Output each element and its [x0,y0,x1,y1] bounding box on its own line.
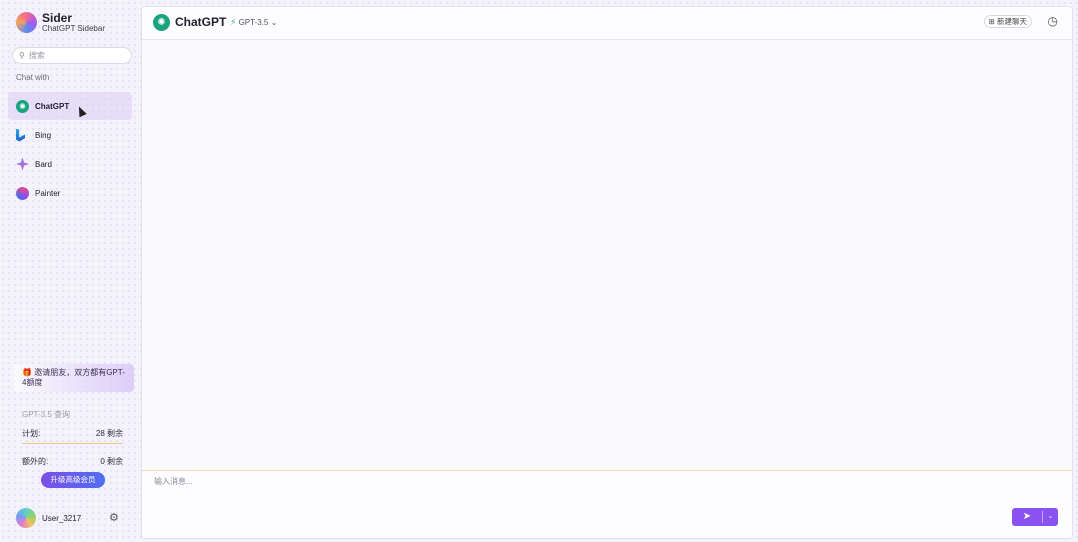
sider-logo-icon [16,12,37,33]
quota-label: 额外的: [22,457,49,466]
sidebar-item-chatgpt[interactable]: ✺ ChatGPT [8,92,132,120]
search-icon: ⚲ [19,51,25,60]
chatgpt-icon: ✺ [153,14,170,31]
chat-panel: ✺ ChatGPT ⚡ GPT-3.5 ⌄ ⊞ 新建聊天 ◷ ➤ ⌄ [141,6,1073,539]
sidebar-item-bing[interactable]: Bing [8,121,132,149]
chevron-down-icon: ⌄ [1047,513,1054,520]
quota-row-extra: 额外的: 0 剩余 [22,456,123,472]
history-icon[interactable]: ◷ [1048,14,1058,28]
chat-header: ✺ ChatGPT ⚡ GPT-3.5 ⌄ ⊞ 新建聊天 ◷ [142,7,1072,40]
model-name: GPT-3.5 [238,18,269,27]
chatgpt-icon: ✺ [16,99,29,113]
user-name: User_3217 [42,513,82,523]
painter-icon [16,186,29,200]
brand: Sider ChatGPT Sidebar [16,12,105,33]
chat-with-label: Chat with [16,73,50,82]
bard-icon [16,157,29,171]
search-box[interactable]: ⚲ 搜索 [12,47,132,64]
invite-banner[interactable]: 🎁 邀请朋友，双方都有GPT-4额度 [14,364,134,392]
search-placeholder: 搜索 [28,51,45,60]
user-profile[interactable]: User_3217 [16,508,81,528]
brand-subtitle: ChatGPT Sidebar [42,23,105,33]
composer: ➤ ⌄ [142,470,1072,538]
upgrade-button[interactable]: 升级高级会员 [41,472,105,488]
quota-label: 计划: [22,429,41,438]
brand-name: Sider [42,11,73,25]
quota-value: 28 剩余 [95,429,123,438]
quota-title: GPT-3.5 查询 [22,410,71,419]
bing-icon [16,128,25,142]
sidebar-item-label: Painter [35,188,61,198]
sidebar: Sider ChatGPT Sidebar ⚲ 搜索 Chat with ✺ C… [0,0,140,542]
send-options-button[interactable]: ⌄ [1043,508,1058,526]
sidebar-item-painter[interactable]: Painter [8,179,132,207]
chevron-down-icon: ⌄ [270,18,278,27]
page-title: ChatGPT [175,15,227,29]
sidebar-item-label: Bard [35,159,52,169]
send-icon: ➤ [1022,511,1032,522]
avatar [16,508,36,528]
bot-list: ✺ ChatGPT Bing Bard Painter [8,92,132,208]
sidebar-item-label: Bing [35,130,52,140]
new-chat-button[interactable]: ⊞ 新建聊天 [983,15,1032,28]
sidebar-item-label: ChatGPT [35,101,70,111]
quota-value: 0 剩余 [100,457,123,466]
gift-icon: 🎁 [22,368,32,377]
new-chat-label: 新建聊天 [997,17,1027,26]
send-button-group: ➤ ⌄ [1012,508,1058,526]
send-button[interactable]: ➤ [1012,508,1042,526]
new-chat-icon: ⊞ [988,17,995,26]
message-input[interactable] [154,477,1004,486]
quota-row-plan: 计划: 28 剩余 [22,428,123,444]
sidebar-item-bard[interactable]: Bard [8,150,132,178]
model-selector[interactable]: ⚡ GPT-3.5 ⌄ [230,17,277,28]
invite-text: 邀请朋友，双方都有GPT-4额度 [22,368,125,387]
lightning-icon: ⚡ [230,17,237,27]
gear-icon[interactable]: ⚙ [109,511,119,524]
